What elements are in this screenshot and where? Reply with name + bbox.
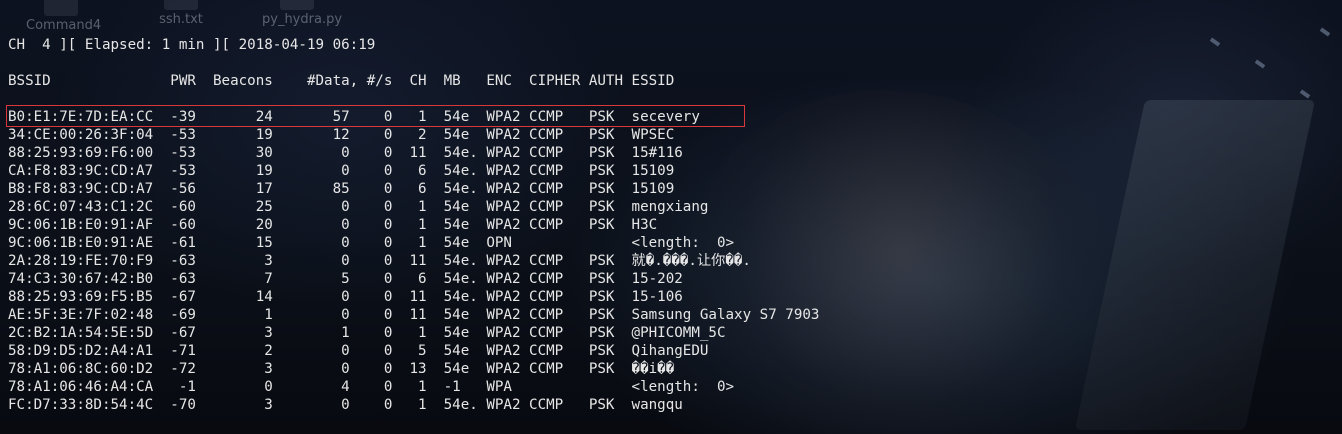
wallpaper-figure <box>690 90 1110 434</box>
table-row: 2A:28:19:FE:70:F9 -63 3 0 0 11 54e. WPA2… <box>8 253 751 269</box>
table-row: 88:25:93:69:F6:00 -53 30 0 0 11 54e. WPA… <box>8 145 683 161</box>
file-icon <box>44 0 78 16</box>
table-row: CA:F8:83:9C:CD:A7 -53 19 0 0 6 54e. WPA2… <box>8 163 675 179</box>
table-header: BSSID PWR Beacons #Data, #/s CH MB ENC C… <box>8 73 675 89</box>
file-icon <box>164 0 198 10</box>
wallpaper-weapon <box>1074 100 1316 430</box>
table-row: 88:25:93:69:F5:B5 -67 14 0 0 11 54e. WPA… <box>8 289 683 305</box>
desktop-icon[interactable]: ssh.txt <box>146 0 216 27</box>
table-row: B8:F8:83:9C:CD:A7 -56 17 85 0 6 54e. WPA… <box>8 181 675 197</box>
table-row: 78:A1:06:8C:60:D2 -72 3 0 0 13 54e WPA2 … <box>8 361 675 377</box>
table-row: 9C:06:1B:E0:91:AF -60 20 0 0 1 54e WPA2 … <box>8 217 658 233</box>
table-row: 9C:06:1B:E0:91:AE -61 15 0 0 1 54e OPN <… <box>8 235 735 251</box>
wallpaper-ship <box>1319 27 1331 37</box>
desktop-icon[interactable]: Command4 <box>26 0 101 33</box>
table-row: FC:D7:33:8D:54:4C -70 3 0 0 1 54e. WPA2 … <box>8 397 683 413</box>
highlight-box <box>6 105 745 127</box>
wallpaper-ship <box>1209 37 1221 47</box>
table-row: 78:A1:06:46:A4:CA -1 0 4 0 1 -1 WPA <len… <box>8 379 735 395</box>
desktop-icon-label: Command4 <box>26 18 102 33</box>
desktop-icon-label: ssh.txt <box>159 12 203 27</box>
wallpaper-ship <box>1254 59 1266 69</box>
table-row: AE:5F:3E:7F:02:48 -69 1 0 0 11 54e WPA2 … <box>8 307 820 323</box>
wallpaper-ship <box>1299 89 1311 99</box>
status-line: CH 4 ][ Elapsed: 1 min ][ 2018-04-19 06:… <box>8 37 376 53</box>
table-row: 2C:B2:1A:54:5E:5D -67 3 1 0 1 54e WPA2 C… <box>8 325 726 341</box>
table-row: 58:D9:D5:D2:A4:A1 -71 2 0 0 5 54e WPA2 C… <box>8 343 709 359</box>
terminal-output: CH 4 ][ Elapsed: 1 min ][ 2018-04-19 06:… <box>8 0 819 413</box>
file-icon <box>280 0 314 10</box>
table-row: 34:CE:00:26:3F:04 -53 19 12 0 2 54e WPA2… <box>8 127 675 143</box>
desktop-icon-label: py_hydra.py <box>262 12 343 27</box>
table-row: 74:C3:30:67:42:B0 -63 7 5 0 6 54e. WPA2 … <box>8 271 683 287</box>
desktop-icon[interactable]: py_hydra.py <box>262 0 342 27</box>
table-row: 28:6C:07:43:C1:2C -60 25 0 0 1 54e WPA2 … <box>8 199 709 215</box>
